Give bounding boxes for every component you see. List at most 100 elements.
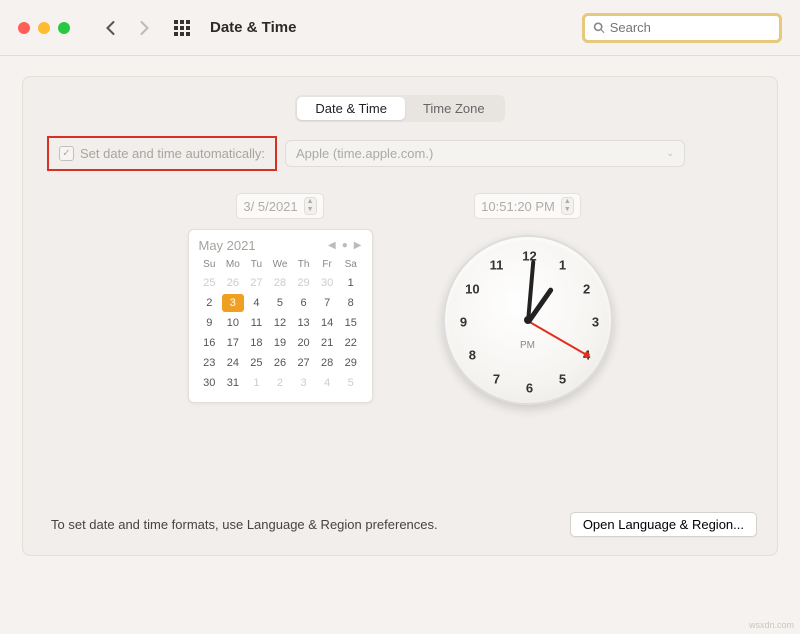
time-stepper-control[interactable]: ▲▼ <box>561 197 574 215</box>
calendar-day-header: Th <box>293 257 315 272</box>
calendar-day[interactable]: 23 <box>199 354 221 372</box>
window-title: Date & Time <box>210 19 296 36</box>
calendar-day[interactable]: 24 <box>222 354 244 372</box>
calendar-day-header: We <box>269 257 291 272</box>
calendar-day[interactable]: 9 <box>199 314 221 332</box>
calendar-day[interactable]: 26 <box>269 354 291 372</box>
time-server-select[interactable]: Apple (time.apple.com.) ⌄ <box>285 140 685 167</box>
search-icon <box>593 21 606 35</box>
time-column: 10:51:20 PM ▲▼ 121234567891011 PM <box>443 193 613 405</box>
calendar-day-other[interactable]: 25 <box>199 274 221 292</box>
calendar-day-other[interactable]: 29 <box>293 274 315 292</box>
calendar-day[interactable]: 28 <box>316 354 338 372</box>
calendar-day[interactable]: 25 <box>246 354 268 372</box>
calendar-day[interactable]: 19 <box>269 334 291 352</box>
calendar-day[interactable]: 29 <box>340 354 362 372</box>
show-all-icon[interactable] <box>168 14 196 42</box>
calendar-day-other[interactable]: 5 <box>340 374 362 392</box>
clock-number: 6 <box>526 381 533 396</box>
calendar-day[interactable]: 11 <box>246 314 268 332</box>
calendar-day[interactable]: 2 <box>199 294 221 312</box>
window-controls <box>18 22 70 34</box>
clock-number: 11 <box>490 257 504 272</box>
calendar-day-other[interactable]: 4 <box>316 374 338 392</box>
columns: 3/ 5/2021 ▲▼ May 2021 ◀ ● ▶ SuMoTuWeThFr… <box>43 193 757 405</box>
tab-time-zone[interactable]: Time Zone <box>405 97 503 120</box>
auto-highlight: ✓ Set date and time automatically: <box>47 136 277 171</box>
date-column: 3/ 5/2021 ▲▼ May 2021 ◀ ● ▶ SuMoTuWeThFr… <box>188 193 373 405</box>
calendar-day-other[interactable]: 1 <box>246 374 268 392</box>
calendar-next-button[interactable]: ▶ <box>354 240 362 251</box>
date-value: 3/ 5/2021 <box>243 199 297 214</box>
calendar-day[interactable]: 14 <box>316 314 338 332</box>
auto-row: ✓ Set date and time automatically: Apple… <box>43 136 757 171</box>
calendar-day[interactable]: 31 <box>222 374 244 392</box>
close-window-button[interactable] <box>18 22 30 34</box>
calendar-day-other[interactable]: 27 <box>246 274 268 292</box>
clock-number: 1 <box>559 257 566 272</box>
calendar-day[interactable]: 6 <box>293 294 315 312</box>
calendar-day[interactable]: 21 <box>316 334 338 352</box>
calendar-day-header: Tu <box>246 257 268 272</box>
zoom-window-button[interactable] <box>58 22 70 34</box>
calendar-day-other[interactable]: 3 <box>293 374 315 392</box>
clock-center <box>524 316 532 324</box>
open-language-region-button[interactable]: Open Language & Region... <box>570 512 757 537</box>
calendar-day[interactable]: 16 <box>199 334 221 352</box>
calendar-day-other[interactable]: 26 <box>222 274 244 292</box>
calendar-day-other[interactable]: 30 <box>316 274 338 292</box>
calendar-day[interactable]: 10 <box>222 314 244 332</box>
calendar-grid: SuMoTuWeThFrSa25262728293012345678910111… <box>199 257 362 392</box>
calendar-day[interactable]: 7 <box>316 294 338 312</box>
search-input[interactable] <box>610 20 771 35</box>
forward-button[interactable] <box>130 14 158 42</box>
tab-bar: Date & Time Time Zone <box>43 95 757 122</box>
date-stepper[interactable]: 3/ 5/2021 ▲▼ <box>236 193 323 219</box>
date-stepper-control[interactable]: ▲▼ <box>304 197 317 215</box>
calendar-day[interactable]: 15 <box>340 314 362 332</box>
calendar-prev-button[interactable]: ◀ <box>328 240 336 251</box>
calendar-day-other[interactable]: 28 <box>269 274 291 292</box>
clock-number: 7 <box>493 372 500 387</box>
calendar-day[interactable]: 1 <box>340 274 362 292</box>
calendar-day[interactable]: 3 <box>222 294 244 312</box>
footer-text: To set date and time formats, use Langua… <box>51 517 438 532</box>
calendar-today-button[interactable]: ● <box>342 240 348 251</box>
clock-number: 8 <box>469 348 476 363</box>
calendar-day[interactable]: 30 <box>199 374 221 392</box>
calendar-day[interactable]: 22 <box>340 334 362 352</box>
clock-number: 2 <box>583 282 590 297</box>
time-stepper[interactable]: 10:51:20 PM ▲▼ <box>474 193 581 219</box>
clock-number: 3 <box>592 315 599 330</box>
calendar-day-header: Fr <box>316 257 338 272</box>
calendar-day[interactable]: 12 <box>269 314 291 332</box>
calendar-nav: ◀ ● ▶ <box>328 240 361 251</box>
calendar-day[interactable]: 4 <box>246 294 268 312</box>
analog-clock: 121234567891011 PM <box>443 235 613 405</box>
toolbar: Date & Time <box>0 0 800 56</box>
calendar-day-header: Sa <box>340 257 362 272</box>
back-button[interactable] <box>96 14 124 42</box>
minimize-window-button[interactable] <box>38 22 50 34</box>
watermark: wsxdn.com <box>749 620 794 630</box>
tab-date-time[interactable]: Date & Time <box>297 97 405 120</box>
clock-number: 10 <box>465 282 479 297</box>
calendar-day[interactable]: 20 <box>293 334 315 352</box>
auto-checkbox[interactable]: ✓ <box>59 146 74 161</box>
search-field-wrap[interactable] <box>582 13 782 43</box>
calendar-day[interactable]: 18 <box>246 334 268 352</box>
main-panel: Date & Time Time Zone ✓ Set date and tim… <box>22 76 778 556</box>
calendar-day[interactable]: 27 <box>293 354 315 372</box>
chevron-down-icon: ⌄ <box>666 148 674 159</box>
time-value: 10:51:20 PM <box>481 199 555 214</box>
clock-number: 5 <box>559 372 566 387</box>
panel-footer: To set date and time formats, use Langua… <box>43 512 757 537</box>
calendar-day[interactable]: 13 <box>293 314 315 332</box>
calendar-day[interactable]: 8 <box>340 294 362 312</box>
calendar-title: May 2021 <box>199 238 256 253</box>
calendar-day[interactable]: 5 <box>269 294 291 312</box>
calendar-day-other[interactable]: 2 <box>269 374 291 392</box>
calendar-day-header: Mo <box>222 257 244 272</box>
content-area: Date & Time Time Zone ✓ Set date and tim… <box>0 56 800 570</box>
calendar-day[interactable]: 17 <box>222 334 244 352</box>
